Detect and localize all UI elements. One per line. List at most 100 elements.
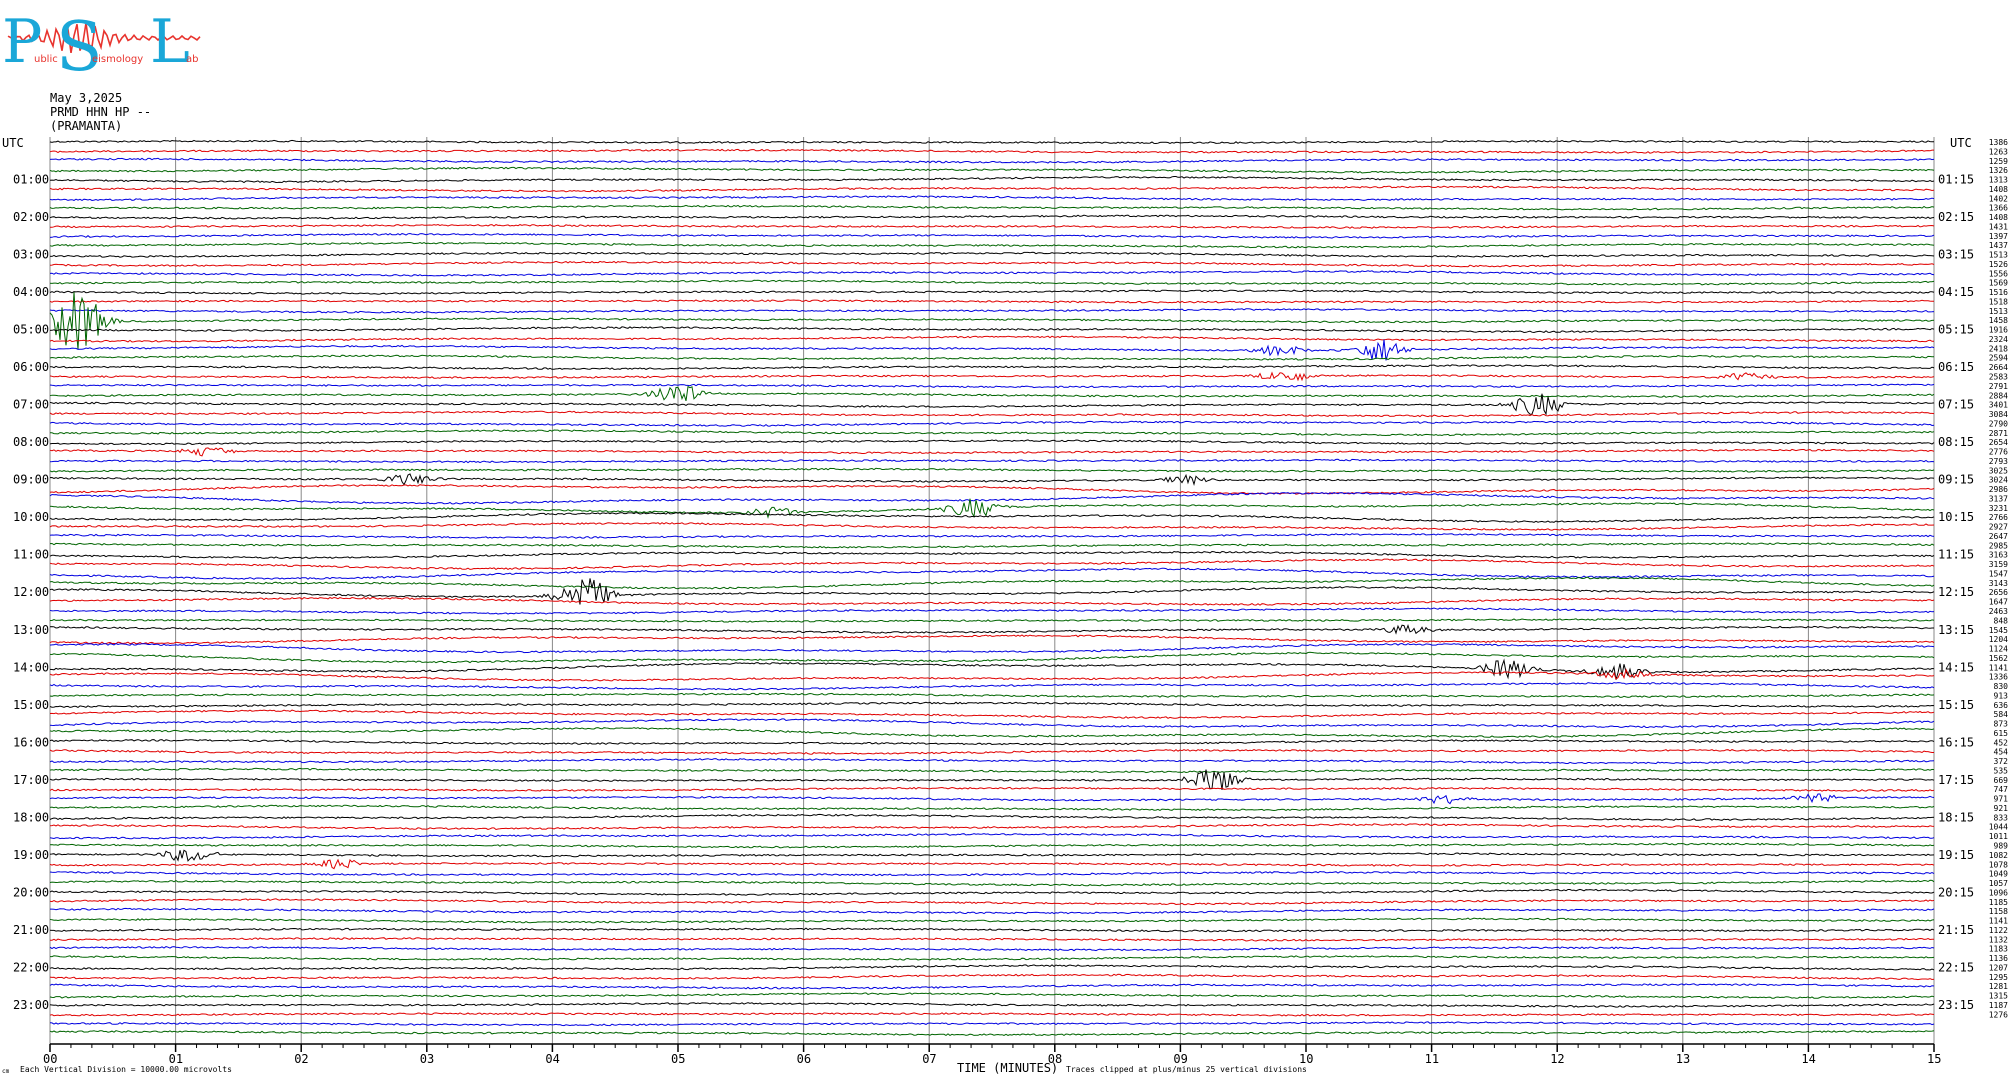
right-hour-label: 05:15: [1938, 323, 1974, 337]
trace-value-label: 2656: [1989, 588, 2008, 597]
left-hour-label: 17:00: [13, 773, 49, 787]
left-hour-label: 20:00: [13, 885, 49, 899]
seismic-trace: [49, 558, 1935, 571]
trace-value-label: 1141: [1989, 917, 2008, 926]
seismic-trace: [49, 858, 1935, 870]
x-tick-label: 10: [1299, 1052, 1313, 1066]
footer-clip-note: Traces clipped at plus/minus 25 vertical…: [1066, 1065, 1307, 1074]
left-hour-label: 06:00: [13, 360, 49, 374]
trace-value-label: 454: [1994, 748, 2009, 757]
trace-value-label: 989: [1994, 842, 2009, 851]
trace-value-label: 1187: [1989, 1001, 2008, 1010]
trace-value-label: 1437: [1989, 241, 2008, 250]
trace-value-label: 3025: [1989, 466, 2008, 475]
left-hour-label: 11:00: [13, 548, 49, 562]
right-utc-title: UTC: [1950, 136, 1972, 150]
trace-value-label: 921: [1994, 804, 2009, 813]
corner-mark: cm: [2, 1068, 10, 1075]
seismic-trace: [49, 270, 1935, 277]
seismic-trace: [49, 232, 1935, 239]
x-tick-label: 12: [1550, 1052, 1564, 1066]
right-hour-label: 20:15: [1938, 885, 1974, 899]
seismic-trace: [50, 907, 1935, 915]
trace-value-label: 1408: [1989, 185, 2008, 194]
seismic-trace: [49, 204, 1935, 211]
trace-value-label: 2463: [1989, 607, 2008, 616]
trace-value-label: 1132: [1989, 935, 2008, 944]
seismic-trace: [49, 195, 1935, 202]
seismic-trace: [49, 447, 1935, 457]
seismic-trace: [49, 758, 1935, 765]
trace-value-label: 2790: [1989, 419, 2008, 428]
right-hour-label: 16:15: [1938, 735, 1974, 749]
right-hour-label: 19:15: [1938, 848, 1974, 862]
trace-value-label: 1011: [1989, 832, 2008, 841]
left-hour-label: 05:00: [13, 323, 49, 337]
right-hour-label: 04:15: [1938, 285, 1974, 299]
seismic-trace: [50, 937, 1935, 942]
seismic-trace: [49, 473, 1935, 486]
seismic-trace: [49, 833, 1935, 840]
seismic-trace: [49, 623, 1934, 635]
seismic-trace: [49, 299, 1935, 304]
x-tick-label: 01: [169, 1052, 183, 1066]
trace-value-label: 615: [1994, 729, 2009, 738]
seismic-trace: [49, 1002, 1935, 1008]
trace-value-label: 2927: [1989, 523, 2008, 532]
trace-value-label: 1136: [1989, 954, 2008, 963]
right-hour-label: 15:15: [1938, 698, 1974, 712]
trace-value-label: 2776: [1989, 448, 2008, 457]
trace-value-label: 3159: [1989, 560, 2008, 569]
left-hour-label: 07:00: [13, 398, 49, 412]
seismic-trace: [49, 813, 1935, 821]
trace-value-label: 848: [1994, 616, 2009, 625]
seismic-trace: [49, 533, 1935, 539]
seismic-trace: [49, 786, 1935, 792]
trace-value-label: 1647: [1989, 598, 2008, 607]
trace-value-label: 1082: [1989, 851, 2008, 860]
trace-value-label: 452: [1994, 738, 2009, 747]
left-hour-label: 01:00: [13, 173, 49, 187]
seismic-trace: [49, 176, 1935, 184]
seismic-trace: [49, 148, 1934, 154]
trace-value-label: 747: [1994, 785, 2009, 794]
seismic-trace: [49, 492, 1935, 505]
seismic-trace: [49, 241, 1935, 249]
seismic-trace: [49, 727, 1935, 738]
trace-value-label: 3143: [1989, 579, 2008, 588]
trace-value-label: 913: [1994, 691, 2009, 700]
seismic-trace: [49, 888, 1935, 896]
seismic-trace: [49, 364, 1935, 370]
trace-value-label: 1518: [1989, 297, 2008, 306]
right-hour-label: 08:15: [1938, 435, 1974, 449]
seismic-trace: [49, 467, 1935, 473]
seismic-trace: [49, 410, 1935, 418]
trace-value-label: 1315: [1989, 992, 2008, 1001]
trace-value-label: 1207: [1989, 963, 2008, 972]
trace-value-label: 1096: [1989, 888, 2008, 897]
right-hour-label: 22:15: [1938, 960, 1974, 974]
left-hour-label: 23:00: [13, 998, 49, 1012]
seismic-trace: [49, 166, 1935, 174]
left-hour-label: 16:00: [13, 735, 49, 749]
trace-value-label: 2985: [1989, 541, 2008, 550]
right-hour-label: 10:15: [1938, 510, 1974, 524]
seismic-trace: [49, 550, 1935, 559]
x-tick-label: 03: [420, 1052, 434, 1066]
trace-value-label: 372: [1994, 757, 2009, 766]
left-hour-label: 12:00: [13, 585, 49, 599]
seismic-trace: [49, 308, 1935, 314]
left-hour-label: 15:00: [13, 698, 49, 712]
trace-value-label: 1049: [1989, 870, 2008, 879]
right-hour-label: 11:15: [1938, 548, 1974, 562]
seismic-trace: [49, 823, 1935, 831]
right-hour-label: 13:15: [1938, 623, 1974, 637]
seismic-trace: [49, 946, 1935, 952]
seismic-trace: [49, 769, 1935, 790]
seismic-trace: [49, 692, 1935, 698]
seismic-trace: [49, 682, 1935, 691]
trace-value-label: 1122: [1989, 926, 2008, 935]
trace-value-label: 1402: [1989, 194, 2008, 203]
left-utc-title: UTC: [2, 136, 24, 150]
trace-value-label: 1185: [1989, 898, 2008, 907]
